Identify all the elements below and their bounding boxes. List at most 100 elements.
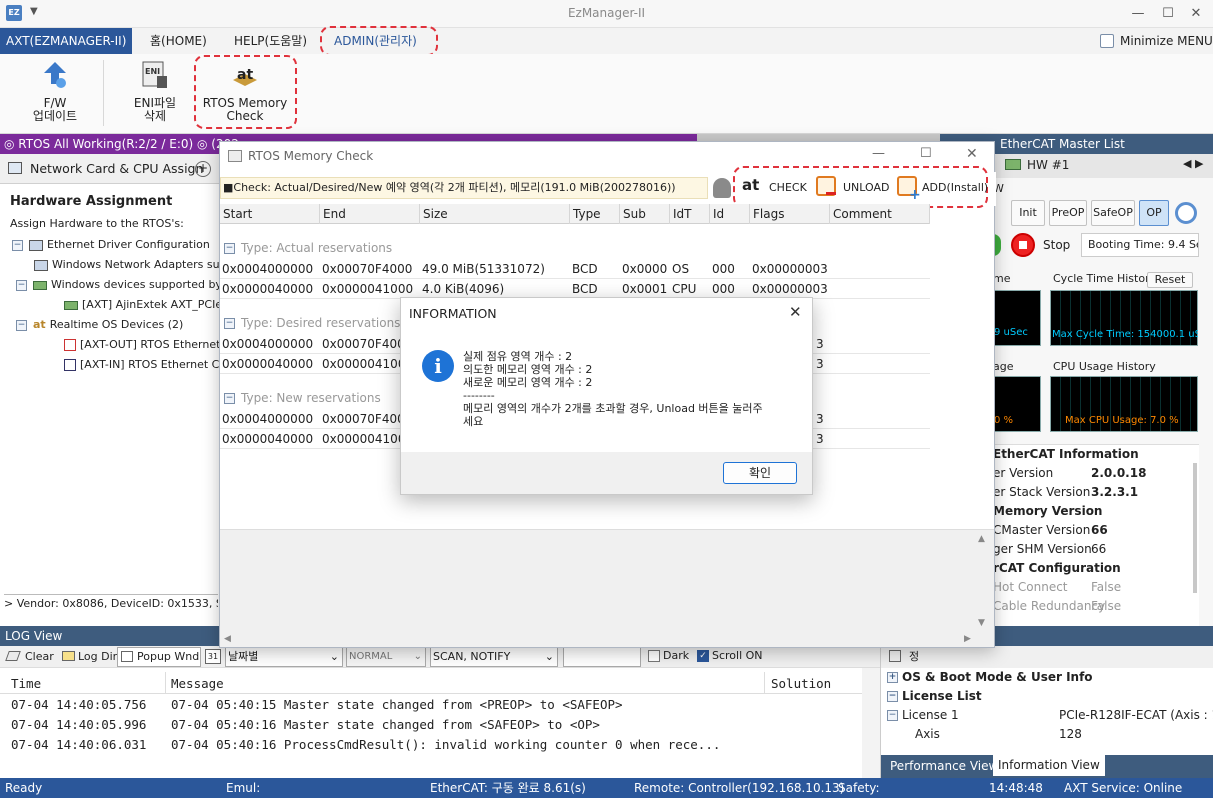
col-flags[interactable]: Flags: [750, 204, 830, 224]
add-chip-icon[interactable]: +: [897, 176, 921, 202]
init-button[interactable]: Init: [1011, 200, 1045, 226]
tree-item-axt-in[interactable]: [AXT-IN] RTOS Ethernet Co: [64, 355, 226, 375]
minimize-menu-checkbox[interactable]: [1100, 34, 1114, 48]
tab-hw-1[interactable]: HW #1: [1027, 158, 1069, 172]
col-end[interactable]: End: [320, 204, 420, 224]
rtos-memory-check-button[interactable]: at RTOS Memory Check: [200, 60, 290, 123]
scroll-down-icon[interactable]: ▼: [978, 618, 985, 628]
info-dialog-close-icon[interactable]: ✕: [789, 303, 802, 321]
eni-delete-button[interactable]: ENI ENI파일 삭제: [122, 60, 188, 123]
stop-icon[interactable]: [1011, 233, 1035, 257]
col-sub[interactable]: Sub: [620, 204, 670, 224]
log-table: Time Message Solution 07-04 14:40:05.756…: [0, 668, 880, 778]
sort-label[interactable]: 정: [909, 648, 919, 664]
check-icon[interactable]: at: [742, 176, 759, 194]
add-install-button[interactable]: ADD(Install): [922, 181, 988, 194]
check-button[interactable]: CHECK: [769, 181, 807, 194]
cpu-history-label: CPU Usage History: [1053, 360, 1156, 373]
safeop-button[interactable]: SafeOP: [1091, 200, 1135, 226]
log-row[interactable]: 07-04 14:40:05.756 07-04 05:40:15 Master …: [11, 695, 623, 715]
close-window-icon[interactable]: ✕: [1184, 4, 1208, 24]
dialog-close-icon[interactable]: ✕: [966, 146, 978, 162]
hardware-panel: Network Card & CPU Assign + Hardware Ass…: [0, 154, 230, 626]
menu-help[interactable]: HELP(도움말): [226, 28, 315, 54]
group-desired[interactable]: − Type: Desired reservations: [220, 313, 400, 333]
unload-chip-icon[interactable]: [816, 176, 836, 196]
minimize-window-icon[interactable]: —: [1126, 4, 1150, 24]
chevron-down-icon: ⌄: [329, 650, 339, 663]
settings-gear-icon[interactable]: [1175, 202, 1197, 224]
menu-home[interactable]: 홈(HOME): [142, 28, 215, 54]
cpu-usage-value: 0 %: [994, 415, 1014, 426]
unload-button[interactable]: UNLOAD: [843, 181, 889, 194]
table-row[interactable]: 0x0004000000 0x00070F4000 49.0 MiB(51331…: [220, 260, 930, 279]
log-row[interactable]: 07-04 14:40:05.996 07-04 05:40:16 Master …: [11, 715, 600, 735]
dialog-window-icon: [228, 150, 242, 162]
tree-item-axt-pcie[interactable]: [AXT] AjinExtek AXT_PCIeB: [64, 295, 230, 315]
scroll-up-icon[interactable]: ▲: [978, 534, 985, 544]
col-idt[interactable]: IdT: [670, 204, 710, 224]
fw-update-button[interactable]: F/W 업데이트: [20, 60, 90, 123]
menu-admin[interactable]: ADMIN(관리자): [326, 28, 425, 54]
log-row[interactable]: 07-04 14:40:06.031 07-04 05:40:16 Process…: [11, 735, 720, 755]
status-bar: Ready Emul: EtherCAT: 구동 완료 8.61(s) Remo…: [0, 778, 1213, 798]
tree-os-boot[interactable]: + OS & Boot Mode & User Info: [887, 668, 1093, 687]
log-col-time: Time: [11, 676, 42, 691]
status-safety: Safety:: [838, 781, 880, 795]
add-tab-icon[interactable]: +: [195, 161, 211, 177]
level-filter-select[interactable]: NORMAL ⌄: [346, 647, 426, 667]
tree-item-rtos-devices[interactable]: − at Realtime OS Devices (2): [12, 315, 183, 335]
cycle-time-value: 9 uSec: [994, 327, 1028, 338]
tree-license-list[interactable]: − License List: [887, 687, 982, 706]
log-dir-button[interactable]: Log Dir: [78, 650, 117, 663]
col-id[interactable]: Id: [710, 204, 750, 224]
hw-tab-strip: HW #1 ◀ ▶: [995, 154, 1213, 178]
scroll-right-icon[interactable]: ▶: [964, 634, 971, 644]
popup-wnd-label: Popup Wnd: [137, 650, 200, 663]
stop-label[interactable]: Stop: [1043, 238, 1070, 252]
tree-item-windows-adapters[interactable]: Windows Network Adapters sup: [34, 255, 227, 275]
info-stack-version-label: er Stack Version: [993, 485, 1091, 499]
grid-icon[interactable]: [889, 650, 901, 662]
info-shm-version-label: ger SHM Version: [993, 542, 1092, 556]
dark-checkbox[interactable]: [648, 650, 660, 662]
info-scrollbar[interactable]: [1193, 463, 1197, 593]
op-button[interactable]: OP: [1139, 200, 1169, 226]
dialog-title: RTOS Memory Check: [248, 149, 374, 163]
tab-network-card[interactable]: Network Card & CPU Assign: [30, 161, 203, 176]
eni-file-icon: ENI: [142, 61, 167, 88]
log-scrollbar[interactable]: [862, 668, 880, 778]
info-cable-redundancy-value: False: [1091, 599, 1122, 613]
status-service: AXT Service: Online: [1064, 781, 1183, 795]
scroll-left-icon[interactable]: ◀: [224, 634, 231, 644]
col-type[interactable]: Type: [570, 204, 620, 224]
preop-button[interactable]: PreOP: [1049, 200, 1087, 226]
col-size[interactable]: Size: [420, 204, 570, 224]
scroll-on-checkbox[interactable]: ✓: [697, 650, 709, 662]
dialog-maximize-icon[interactable]: ☐: [920, 146, 932, 161]
group-new[interactable]: − Type: New reservations: [220, 388, 381, 408]
log-search-input[interactable]: [563, 647, 641, 667]
app-menu-tab[interactable]: AXT(EZMANAGER-II): [0, 28, 133, 54]
info-dialog-title: INFORMATION: [409, 306, 497, 321]
tab-scroll-arrows-icon[interactable]: ◀ ▶: [1183, 157, 1203, 170]
reset-button[interactable]: Reset: [1147, 272, 1193, 288]
type-filter-select[interactable]: SCAN, NOTIFY ⌄: [430, 647, 558, 667]
group-actual[interactable]: − Type: Actual reservations: [220, 238, 392, 258]
tree-license-1[interactable]: − License 1: [887, 706, 959, 725]
dialog-minimize-icon[interactable]: —: [872, 146, 885, 161]
col-start[interactable]: Start: [220, 204, 320, 224]
info-header-memory: Memory Version: [993, 504, 1103, 518]
tree-item-axt-out[interactable]: [AXT-OUT] RTOS Ethernet: [64, 335, 220, 355]
tree-item-ethernet-config[interactable]: − Ethernet Driver Configuration: [12, 235, 210, 255]
info-header-config: rCAT Configuration: [993, 561, 1121, 575]
date-filter-select[interactable]: 날짜별 ⌄: [225, 647, 343, 667]
clear-button[interactable]: Clear: [25, 650, 54, 663]
maximize-window-icon[interactable]: ☐: [1156, 4, 1180, 24]
tree-item-windows-devices[interactable]: − Windows devices supported by: [12, 275, 222, 295]
ok-button[interactable]: 확인: [723, 462, 797, 484]
tab-performance-view[interactable]: Performance View: [885, 757, 1003, 776]
monitor-icon: [34, 259, 48, 271]
tab-information-view[interactable]: Information View: [993, 755, 1105, 776]
col-comment[interactable]: Comment: [830, 204, 930, 224]
